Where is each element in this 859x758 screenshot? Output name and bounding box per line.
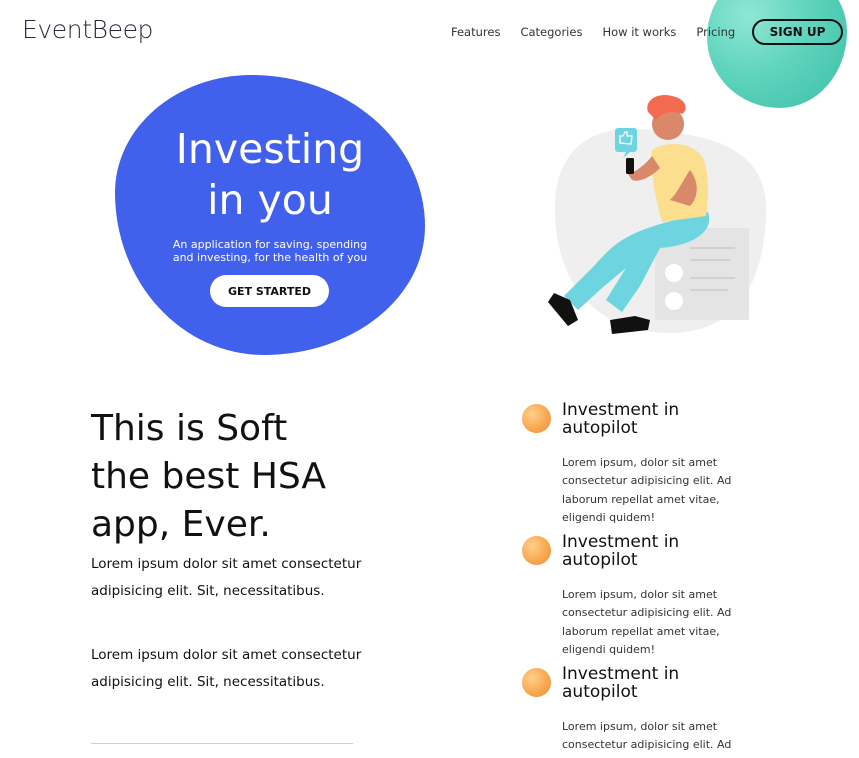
- document-dot-2: [665, 292, 683, 310]
- hero-subtitle: An application for saving, spending and …: [160, 238, 380, 264]
- main-heading-line-3: app, Ever.: [91, 504, 271, 545]
- orange-circle-icon: [522, 536, 551, 565]
- main-heading-line-2: the best HSA: [91, 456, 327, 497]
- brand-logo[interactable]: EventBeep: [22, 15, 153, 44]
- main-heading: This is Soft the best HSA app, Ever.: [91, 405, 391, 549]
- feature-title: Investment in autopilot: [562, 664, 680, 702]
- main-nav: Features Categories How it works Pricing: [451, 25, 735, 39]
- feature-description: Lorem ipsum, dolor sit amet consectetur …: [562, 588, 732, 656]
- hero-subtitle-line-1: An application for saving, spending: [172, 238, 368, 251]
- illustration-phone: [626, 158, 634, 174]
- get-started-button[interactable]: GET STARTED: [210, 275, 329, 307]
- nav-item-pricing[interactable]: Pricing: [696, 25, 735, 39]
- hero-illustration: [548, 94, 767, 334]
- sign-up-button[interactable]: SIGN UP: [752, 19, 843, 45]
- feature-description: Lorem ipsum, dolor sit amet consectetur …: [562, 456, 732, 524]
- feature-title: Investment in autopilot: [562, 400, 680, 438]
- nav-item-how-it-works[interactable]: How it works: [602, 25, 676, 39]
- intro-paragraph-1: Lorem ipsum dolor sit amet consectetur a…: [91, 556, 362, 599]
- orange-circle-icon: [522, 404, 551, 433]
- intro-paragraph-2: Lorem ipsum dolor sit amet consectetur a…: [91, 647, 362, 690]
- hero-subtitle-line-2: and investing, for the health of you: [172, 251, 368, 264]
- feature-title: Investment in autopilot: [562, 532, 680, 570]
- hero-title-line-2: in you: [207, 176, 333, 224]
- document-dot-1: [665, 264, 683, 282]
- hero-title: Investing in you: [115, 124, 425, 226]
- orange-circle-icon: [522, 668, 551, 697]
- main-heading-line-1: This is Soft: [91, 408, 288, 449]
- nav-item-features[interactable]: Features: [451, 25, 500, 39]
- section-divider: [91, 743, 353, 744]
- illustration-torso: [651, 144, 708, 222]
- nav-item-categories[interactable]: Categories: [520, 25, 582, 39]
- feature-description: Lorem ipsum, dolor sit amet consectetur …: [562, 720, 732, 758]
- hero-title-line-1: Investing: [175, 125, 365, 173]
